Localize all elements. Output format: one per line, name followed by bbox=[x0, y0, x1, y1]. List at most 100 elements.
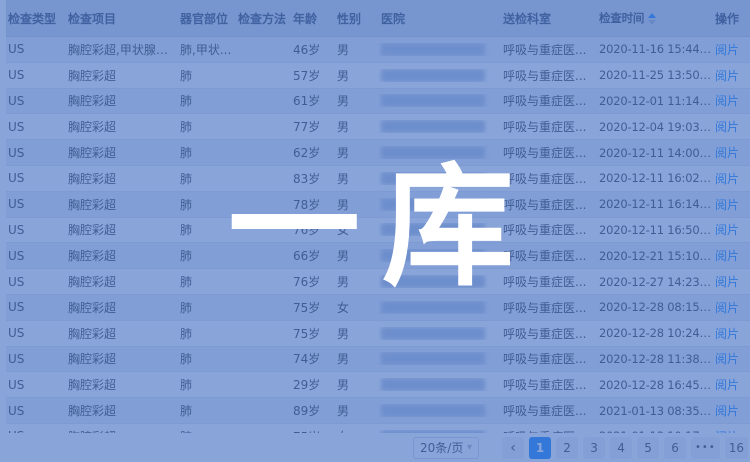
hospital-redacted-blur bbox=[381, 327, 485, 340]
cell-organ: 肺 bbox=[178, 299, 236, 316]
view-image-link[interactable]: 阅片 bbox=[715, 301, 739, 315]
cell-item: 胸腔彩超 bbox=[66, 247, 178, 264]
cell-action: 阅片 bbox=[713, 67, 750, 84]
cell-type: US bbox=[6, 197, 66, 211]
view-image-link[interactable]: 阅片 bbox=[715, 43, 739, 57]
cell-action: 阅片 bbox=[713, 41, 750, 58]
page-size-select[interactable]: 20条/页 ▾ bbox=[413, 437, 479, 459]
cell-time: 2020-11-16 15:44:49 bbox=[597, 42, 713, 56]
cell-time: 2020-11-25 13:50:01 bbox=[597, 68, 713, 82]
cell-action: 阅片 bbox=[713, 376, 750, 393]
view-image-link[interactable]: 阅片 bbox=[715, 172, 739, 186]
cell-type: US bbox=[6, 146, 66, 160]
cell-item: 胸腔彩超 bbox=[66, 376, 178, 393]
cell-dept: 呼吸与重症医... bbox=[501, 221, 597, 238]
cell-age: 83岁 bbox=[291, 170, 335, 187]
hospital-redacted-blur bbox=[381, 404, 485, 417]
view-image-link[interactable]: 阅片 bbox=[715, 378, 739, 392]
cell-hospital bbox=[379, 223, 501, 236]
cell-gender: 男 bbox=[335, 92, 379, 109]
cell-hospital bbox=[379, 120, 501, 133]
cell-action: 阅片 bbox=[713, 170, 750, 187]
view-image-link[interactable]: 阅片 bbox=[715, 94, 739, 108]
view-image-link[interactable]: 阅片 bbox=[715, 198, 739, 212]
cell-time: 2020-12-01 11:14:21 bbox=[597, 94, 713, 108]
cell-hospital bbox=[379, 43, 501, 56]
cell-time: 2020-12-27 14:23:04 bbox=[597, 275, 713, 289]
table-row: US胸腔彩超肺83岁男呼吸与重症医...2020-12-11 16:02:05阅… bbox=[6, 166, 750, 192]
page-button-6[interactable]: 6 bbox=[664, 437, 686, 459]
cell-dept: 呼吸与重症医... bbox=[501, 67, 597, 84]
cell-item: 胸腔彩超 bbox=[66, 118, 178, 135]
view-image-link[interactable]: 阅片 bbox=[715, 69, 739, 83]
hospital-redacted-blur bbox=[381, 378, 485, 391]
cell-age: 75岁 bbox=[291, 325, 335, 342]
hospital-redacted-blur bbox=[381, 223, 485, 236]
prev-page-button[interactable]: ‹ bbox=[502, 437, 524, 459]
cell-hospital bbox=[379, 198, 501, 211]
hospital-redacted-blur bbox=[381, 94, 485, 107]
cell-dept: 呼吸与重症医... bbox=[501, 41, 597, 58]
cell-organ: 肺 bbox=[178, 273, 236, 290]
cell-dept: 呼吸与重症医... bbox=[501, 170, 597, 187]
cell-type: US bbox=[6, 120, 66, 134]
page-button-16[interactable]: 16 bbox=[725, 437, 748, 459]
cell-time: 2020-12-28 10:24:30 bbox=[597, 326, 713, 340]
cell-organ: 肺 bbox=[178, 247, 236, 264]
sort-icon[interactable] bbox=[648, 13, 656, 25]
cell-item: 胸腔彩超,甲状腺彩超 bbox=[66, 41, 178, 58]
view-image-link[interactable]: 阅片 bbox=[715, 223, 739, 237]
hospital-redacted-blur bbox=[381, 172, 485, 185]
cell-time: 2020-12-28 11:38:11 bbox=[597, 352, 713, 366]
view-image-link[interactable]: 阅片 bbox=[715, 275, 739, 289]
page-button-more[interactable]: ••• bbox=[691, 437, 720, 459]
table-row: US胸腔彩超肺78岁男呼吸与重症医...2020-12-11 16:14:49阅… bbox=[6, 192, 750, 218]
page-button-2[interactable]: 2 bbox=[556, 437, 578, 459]
cell-action: 阅片 bbox=[713, 402, 750, 419]
cell-action: 阅片 bbox=[713, 196, 750, 213]
cell-action: 阅片 bbox=[713, 350, 750, 367]
cell-gender: 男 bbox=[335, 41, 379, 58]
view-image-link[interactable]: 阅片 bbox=[715, 120, 739, 134]
cell-item: 胸腔彩超 bbox=[66, 92, 178, 109]
page-size-label: 20条/页 bbox=[420, 439, 463, 456]
column-header-9: 操作 bbox=[713, 10, 750, 27]
cell-hospital bbox=[379, 249, 501, 262]
cell-time: 2021-01-13 08:35:05 bbox=[597, 404, 713, 418]
page-button-4[interactable]: 4 bbox=[610, 437, 632, 459]
hospital-redacted-blur bbox=[381, 69, 485, 82]
cell-organ: 肺 bbox=[178, 221, 236, 238]
cell-organ: 肺,甲状... bbox=[178, 41, 236, 58]
view-image-link[interactable]: 阅片 bbox=[715, 146, 739, 160]
page-button-3[interactable]: 3 bbox=[583, 437, 605, 459]
cell-gender: 男 bbox=[335, 67, 379, 84]
hospital-redacted-blur bbox=[381, 146, 485, 159]
table-row: US胸腔彩超肺66岁男呼吸与重症医...2020-12-21 15:10:33阅… bbox=[6, 243, 750, 269]
view-image-link[interactable]: 阅片 bbox=[715, 352, 739, 366]
cell-organ: 肺 bbox=[178, 144, 236, 161]
page-button-5[interactable]: 5 bbox=[637, 437, 659, 459]
cell-gender: 男 bbox=[335, 170, 379, 187]
cell-hospital bbox=[379, 352, 501, 365]
cell-time: 2020-12-04 19:03:24 bbox=[597, 120, 713, 134]
cell-hospital bbox=[379, 404, 501, 417]
cell-time: 2020-12-11 14:00:14 bbox=[597, 146, 713, 160]
view-image-link[interactable]: 阅片 bbox=[715, 249, 739, 263]
table-header: 检查类型检查项目器官部位检查方法年龄性别医院送检科室检查时间操作 bbox=[6, 0, 750, 37]
cell-hospital bbox=[379, 301, 501, 314]
cell-item: 胸腔彩超 bbox=[66, 170, 178, 187]
cell-hospital bbox=[379, 378, 501, 391]
cell-dept: 呼吸与重症医... bbox=[501, 376, 597, 393]
cell-action: 阅片 bbox=[713, 144, 750, 161]
column-header-8[interactable]: 检查时间 bbox=[597, 10, 713, 26]
cell-hospital bbox=[379, 327, 501, 340]
cell-age: 46岁 bbox=[291, 41, 335, 58]
table-row: US胸腔彩超肺75岁女呼吸与重症医...2020-12-28 08:15:51阅… bbox=[6, 295, 750, 321]
view-image-link[interactable]: 阅片 bbox=[715, 404, 739, 418]
cell-gender: 女 bbox=[335, 299, 379, 316]
hospital-redacted-blur bbox=[381, 352, 485, 365]
view-image-link[interactable]: 阅片 bbox=[715, 327, 739, 341]
page-button-1[interactable]: 1 bbox=[529, 437, 551, 459]
exam-table: 检查类型检查项目器官部位检查方法年龄性别医院送检科室检查时间操作 US 胸腔彩超,… bbox=[6, 0, 750, 450]
hospital-redacted-blur bbox=[381, 301, 485, 314]
